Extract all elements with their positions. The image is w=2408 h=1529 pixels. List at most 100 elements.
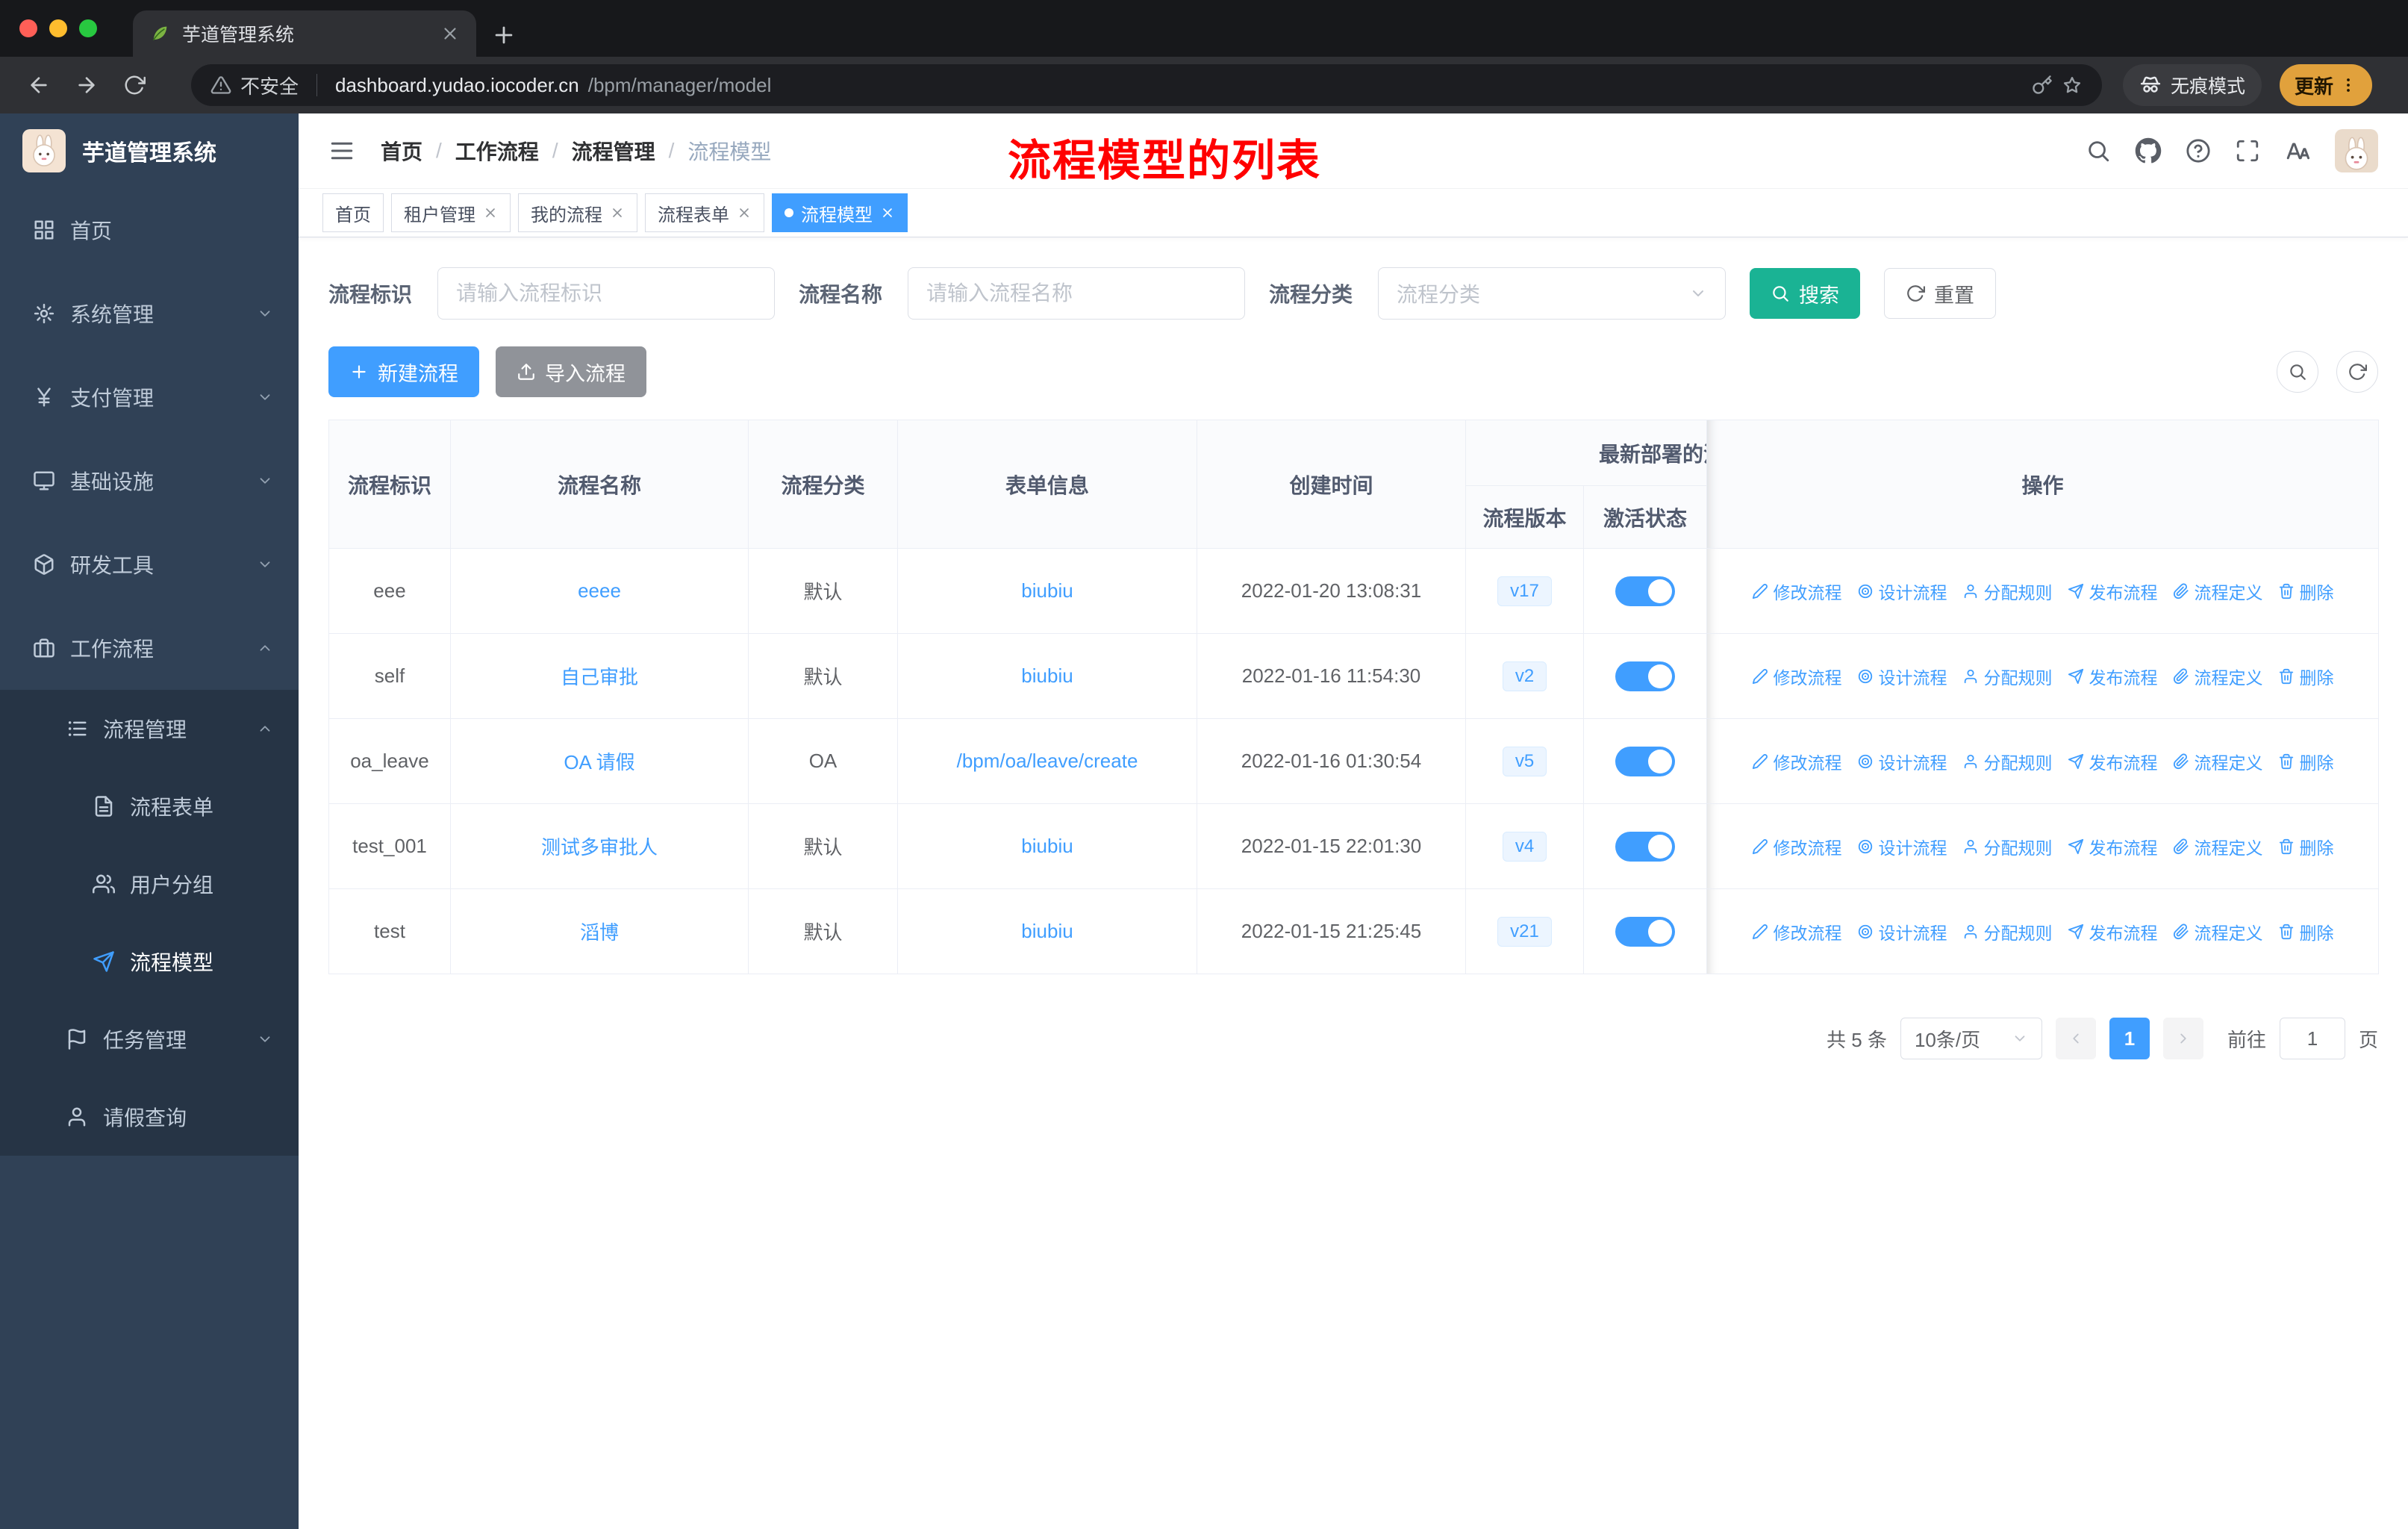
forward-button[interactable] bbox=[66, 64, 107, 106]
breadcrumb-item-process-management[interactable]: 流程管理 bbox=[572, 136, 655, 166]
form-info-link[interactable]: biubiu bbox=[1021, 920, 1073, 942]
search-button[interactable] bbox=[2086, 138, 2111, 164]
process-definition-link[interactable]: 流程定义 bbox=[2173, 579, 2263, 604]
modify-process-link[interactable]: 修改流程 bbox=[1752, 919, 1842, 944]
delete-link[interactable]: 删除 bbox=[2278, 664, 2334, 689]
process-name-link[interactable]: 测试多审批人 bbox=[541, 836, 658, 859]
design-process-link[interactable]: 设计流程 bbox=[1857, 749, 1947, 774]
form-info-link[interactable]: biubiu bbox=[1021, 835, 1073, 857]
process-definition-link[interactable]: 流程定义 bbox=[2173, 664, 2263, 689]
new-tab-button[interactable] bbox=[491, 22, 517, 48]
tab-close-icon[interactable] bbox=[440, 24, 460, 43]
delete-link[interactable]: 删除 bbox=[2278, 834, 2334, 859]
reload-button[interactable] bbox=[113, 64, 155, 106]
url-bar[interactable]: 不安全 dashboard.yudao.iocoder.cn /bpm/mana… bbox=[191, 64, 2102, 106]
modify-process-link[interactable]: 修改流程 bbox=[1752, 664, 1842, 689]
back-button[interactable] bbox=[18, 64, 60, 106]
user-avatar[interactable] bbox=[2335, 129, 2378, 172]
fullscreen-button[interactable] bbox=[2235, 138, 2260, 164]
page-size-select[interactable]: 10条/页 bbox=[1900, 1018, 2042, 1059]
sidebar-item-process-model[interactable]: 流程模型 bbox=[0, 923, 299, 1000]
publish-process-link[interactable]: 发布流程 bbox=[2068, 919, 2158, 944]
update-button[interactable]: 更新 bbox=[2280, 64, 2373, 106]
sidebar-item-payment-management[interactable]: 支付管理 bbox=[0, 355, 299, 439]
process-name-link[interactable]: eeee bbox=[578, 579, 621, 602]
assign-rules-link[interactable]: 分配规则 bbox=[1962, 579, 2053, 604]
design-process-link[interactable]: 设计流程 bbox=[1857, 919, 1947, 944]
toggle-search-button[interactable] bbox=[2277, 351, 2318, 393]
close-button[interactable] bbox=[19, 19, 37, 37]
import-process-button[interactable]: 导入流程 bbox=[496, 346, 646, 397]
sidebar-item-user-group[interactable]: 用户分组 bbox=[0, 845, 299, 923]
tag-close-icon[interactable] bbox=[737, 205, 752, 220]
prev-page-button[interactable] bbox=[2055, 1018, 2096, 1059]
active-switch[interactable] bbox=[1615, 746, 1675, 776]
tag-process-model[interactable]: 流程模型 bbox=[772, 193, 908, 232]
tag-close-icon[interactable] bbox=[483, 205, 498, 220]
delete-link[interactable]: 删除 bbox=[2278, 579, 2334, 604]
publish-process-link[interactable]: 发布流程 bbox=[2068, 749, 2158, 774]
modify-process-link[interactable]: 修改流程 bbox=[1752, 579, 1842, 604]
sidebar-item-dev-tools[interactable]: 研发工具 bbox=[0, 523, 299, 606]
active-switch[interactable] bbox=[1615, 831, 1675, 862]
refresh-table-button[interactable] bbox=[2336, 351, 2378, 393]
design-process-link[interactable]: 设计流程 bbox=[1857, 834, 1947, 859]
browser-tab[interactable]: 芋道管理系统 bbox=[133, 10, 476, 57]
process-category-select[interactable]: 流程分类 bbox=[1378, 267, 1727, 320]
sidebar-item-workflow[interactable]: 工作流程 bbox=[0, 606, 299, 690]
page-button-1[interactable]: 1 bbox=[2109, 1018, 2150, 1059]
assign-rules-link[interactable]: 分配规则 bbox=[1962, 834, 2053, 859]
sidebar-item-system-management[interactable]: 系统管理 bbox=[0, 272, 299, 355]
zoom-button[interactable] bbox=[79, 19, 97, 37]
breadcrumb-item-home[interactable]: 首页 bbox=[381, 136, 422, 166]
process-id-input[interactable] bbox=[437, 267, 776, 320]
key-icon[interactable] bbox=[2032, 75, 2053, 96]
minimize-button[interactable] bbox=[49, 19, 67, 37]
process-definition-link[interactable]: 流程定义 bbox=[2173, 749, 2263, 774]
publish-process-link[interactable]: 发布流程 bbox=[2068, 579, 2158, 604]
process-definition-link[interactable]: 流程定义 bbox=[2173, 834, 2263, 859]
assign-rules-link[interactable]: 分配规则 bbox=[1962, 919, 2053, 944]
process-name-input[interactable] bbox=[908, 267, 1246, 320]
form-info-link[interactable]: biubiu bbox=[1021, 664, 1073, 687]
tag-tenant-management[interactable]: 租户管理 bbox=[391, 193, 511, 232]
active-switch[interactable] bbox=[1615, 661, 1675, 691]
sidebar-item-process-management[interactable]: 流程管理 bbox=[0, 690, 299, 767]
form-info-link[interactable]: biubiu bbox=[1021, 579, 1073, 602]
sidebar-item-home[interactable]: 首页 bbox=[0, 188, 299, 272]
modify-process-link[interactable]: 修改流程 bbox=[1752, 834, 1842, 859]
tag-close-icon[interactable] bbox=[880, 205, 895, 220]
create-process-button[interactable]: 新建流程 bbox=[328, 346, 479, 397]
next-page-button[interactable] bbox=[2162, 1018, 2203, 1059]
process-name-link[interactable]: OA 请假 bbox=[564, 751, 634, 773]
breadcrumb-item-workflow[interactable]: 工作流程 bbox=[455, 136, 539, 166]
sidebar-item-leave-query[interactable]: 请假查询 bbox=[0, 1078, 299, 1156]
reset-button[interactable]: 重置 bbox=[1884, 268, 1997, 319]
assign-rules-link[interactable]: 分配规则 bbox=[1962, 749, 2053, 774]
help-button[interactable] bbox=[2186, 138, 2211, 164]
tag-process-form[interactable]: 流程表单 bbox=[645, 193, 764, 232]
form-info-link[interactable]: /bpm/oa/leave/create bbox=[957, 750, 1138, 772]
active-switch[interactable] bbox=[1615, 576, 1675, 606]
delete-link[interactable]: 删除 bbox=[2278, 919, 2334, 944]
assign-rules-link[interactable]: 分配规则 bbox=[1962, 664, 2053, 689]
github-button[interactable] bbox=[2135, 137, 2162, 164]
sidebar-item-task-management[interactable]: 任务管理 bbox=[0, 1000, 299, 1078]
goto-page-input[interactable] bbox=[2279, 1018, 2345, 1059]
star-icon[interactable] bbox=[2062, 75, 2083, 96]
delete-link[interactable]: 删除 bbox=[2278, 749, 2334, 774]
tag-home[interactable]: 首页 bbox=[322, 193, 384, 232]
publish-process-link[interactable]: 发布流程 bbox=[2068, 834, 2158, 859]
tag-my-process[interactable]: 我的流程 bbox=[518, 193, 637, 232]
sidebar-item-infrastructure[interactable]: 基础设施 bbox=[0, 439, 299, 523]
design-process-link[interactable]: 设计流程 bbox=[1857, 579, 1947, 604]
search-submit-button[interactable]: 搜索 bbox=[1750, 268, 1861, 319]
hamburger-button[interactable] bbox=[328, 137, 355, 164]
publish-process-link[interactable]: 发布流程 bbox=[2068, 664, 2158, 689]
active-switch[interactable] bbox=[1615, 916, 1675, 947]
design-process-link[interactable]: 设计流程 bbox=[1857, 664, 1947, 689]
process-name-link[interactable]: 滔博 bbox=[580, 921, 619, 944]
tag-close-icon[interactable] bbox=[610, 205, 625, 220]
process-name-link[interactable]: 自己审批 bbox=[561, 666, 638, 688]
process-definition-link[interactable]: 流程定义 bbox=[2173, 919, 2263, 944]
